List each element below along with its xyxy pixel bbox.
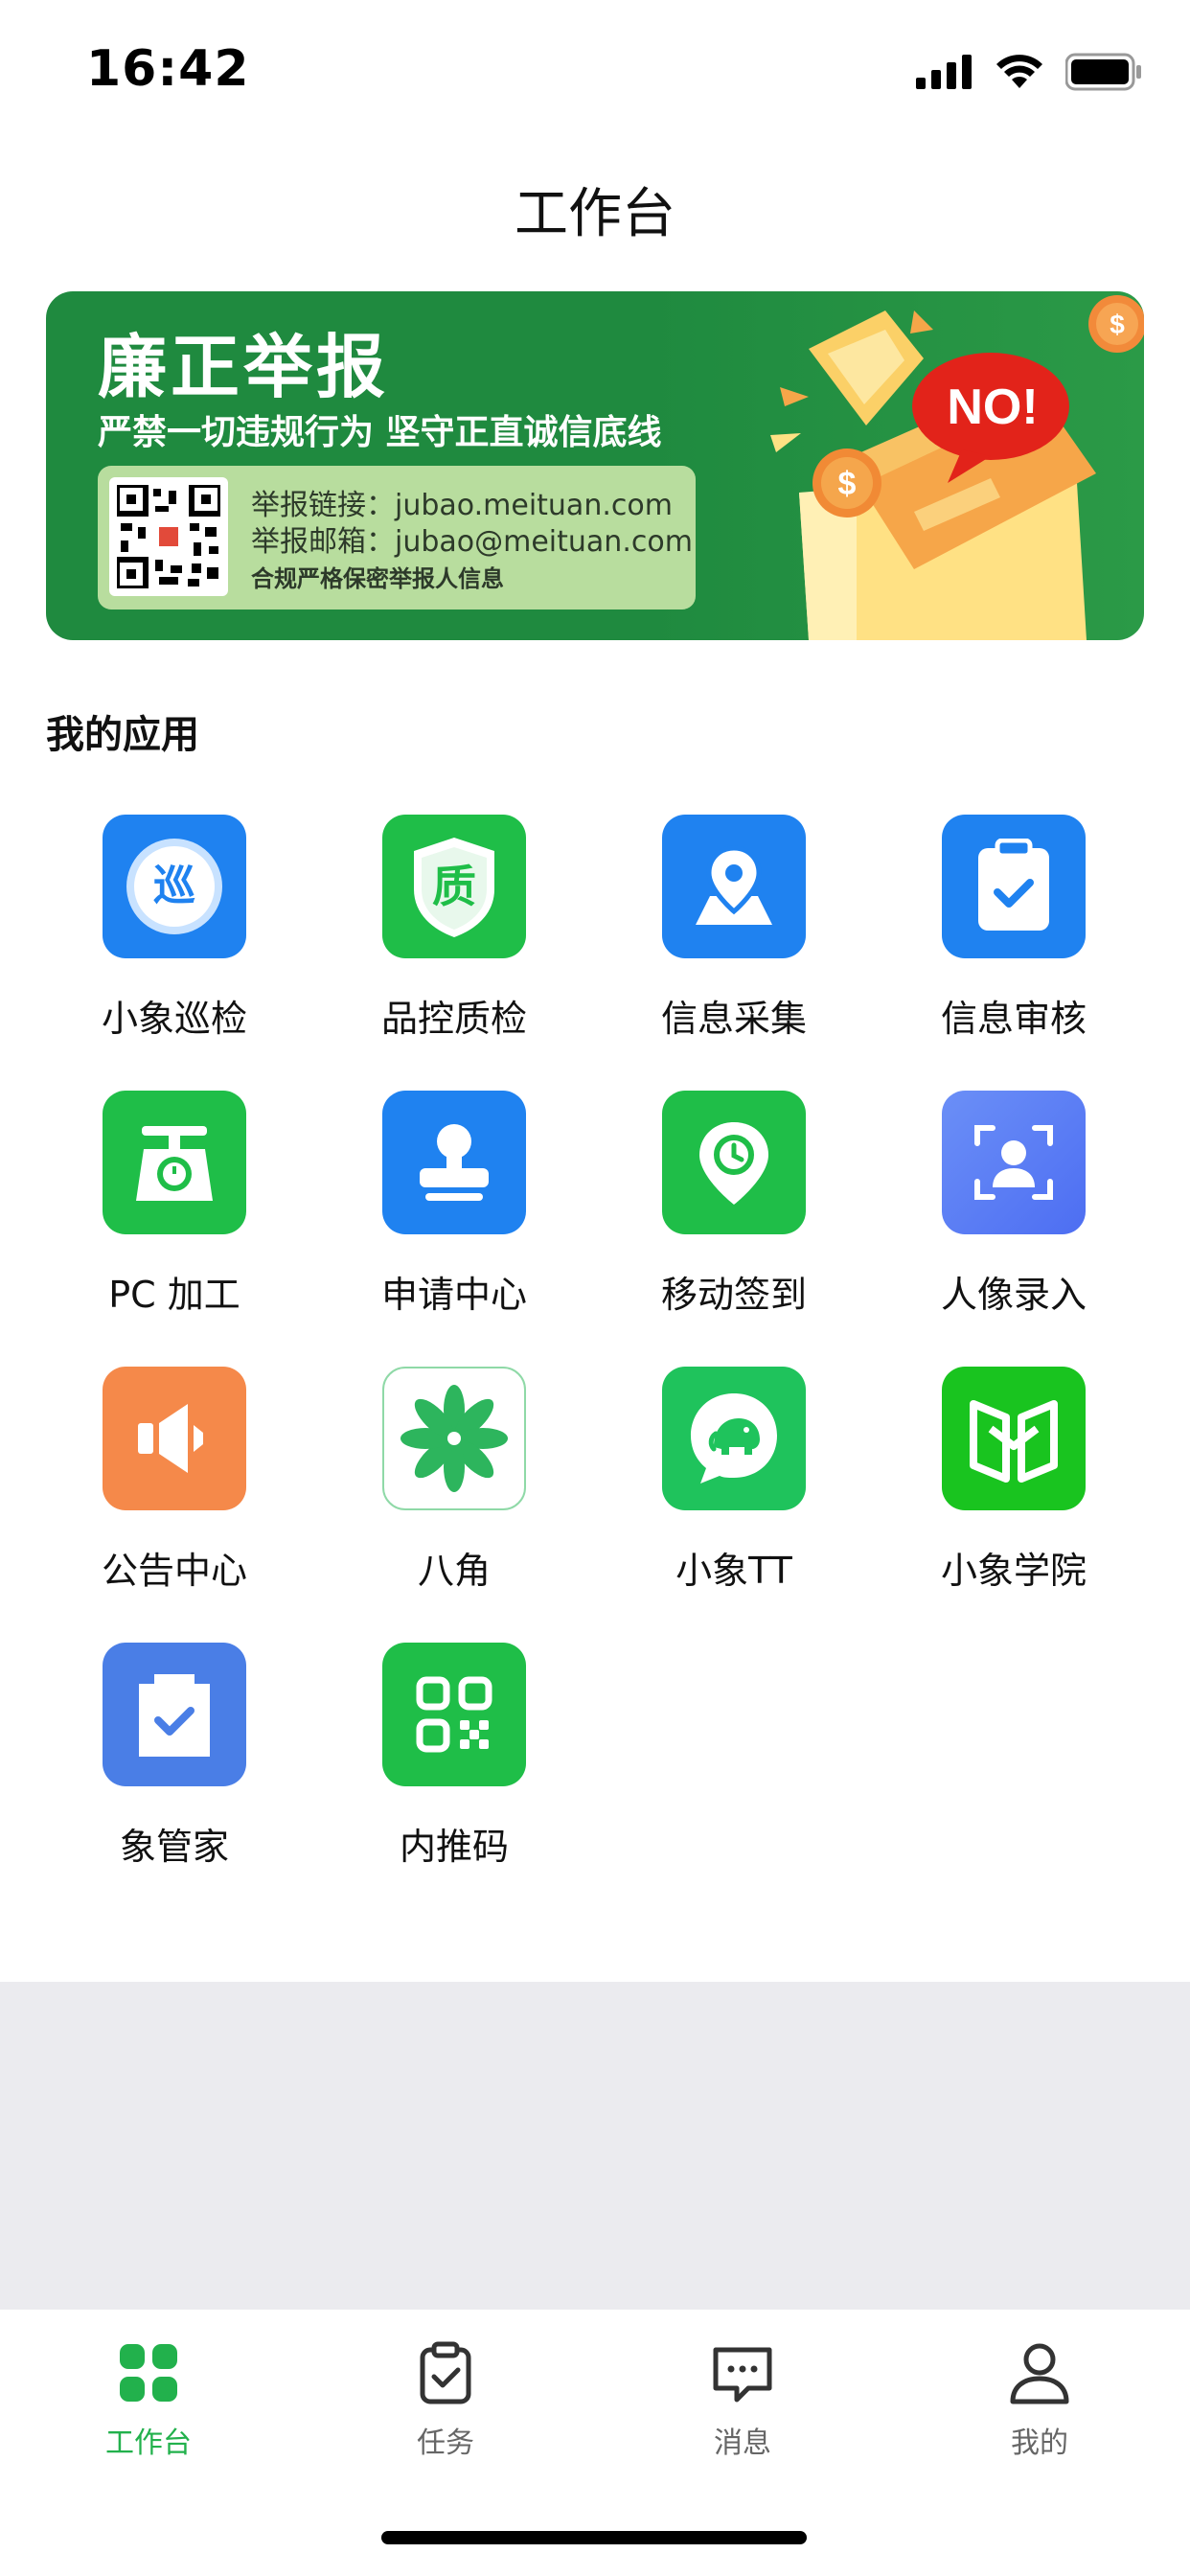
empty-area bbox=[0, 1982, 1190, 2310]
banner-slogan: 严禁一切违规行为 坚守正直诚信底线 bbox=[98, 413, 662, 452]
tab-messages[interactable]: 消息 bbox=[594, 2338, 891, 2463]
star-anise-icon bbox=[382, 1367, 526, 1510]
app-label: 移动签到 bbox=[660, 1274, 807, 1316]
quality-shield-icon: 质 bbox=[382, 815, 526, 958]
grid-icon bbox=[120, 2344, 177, 2402]
app-label: 八角 bbox=[417, 1550, 491, 1592]
home-indicator bbox=[381, 2531, 807, 2544]
app-label: 人像录入 bbox=[940, 1274, 1087, 1316]
tab-workbench[interactable]: 工作台 bbox=[0, 2338, 297, 2463]
clock-pin-icon bbox=[662, 1091, 806, 1234]
app-label: 申请中心 bbox=[380, 1274, 527, 1316]
app-label: 信息审核 bbox=[940, 998, 1087, 1040]
gift-box-illustration-icon: $ $ NO! bbox=[770, 295, 1144, 640]
app-application-center[interactable]: 申请中心 bbox=[314, 1091, 594, 1340]
scale-icon bbox=[103, 1091, 246, 1234]
tab-label: 我的 bbox=[1011, 2426, 1068, 2460]
wifi-icon bbox=[996, 55, 1042, 88]
app-label: 象管家 bbox=[119, 1826, 229, 1868]
banner-title: 廉正举报 bbox=[98, 327, 390, 407]
app-label: PC 加工 bbox=[108, 1274, 240, 1316]
signal-icon bbox=[916, 55, 972, 89]
app-bajiao[interactable]: 八角 bbox=[314, 1367, 594, 1616]
status-bar: 16:42 bbox=[0, 0, 1190, 144]
profile-icon bbox=[1010, 2343, 1069, 2404]
app-butler[interactable]: 象管家 bbox=[34, 1643, 314, 1892]
elephant-chat-icon bbox=[662, 1367, 806, 1510]
stamp-icon bbox=[382, 1091, 526, 1234]
app-label: 信息采集 bbox=[660, 998, 807, 1040]
svg-text:$: $ bbox=[838, 466, 857, 502]
speaker-icon bbox=[103, 1367, 246, 1510]
app-label: 小象巡检 bbox=[101, 998, 247, 1040]
face-scan-icon bbox=[942, 1091, 1086, 1234]
status-icons bbox=[916, 50, 1142, 94]
app-quality-inspection[interactable]: 质 品控质检 bbox=[314, 815, 594, 1064]
app-xiaoxiang-academy[interactable]: 小象学院 bbox=[874, 1367, 1154, 1616]
app-referral-code[interactable]: 内推码 bbox=[314, 1643, 594, 1892]
banner-info-card: 举报链接：jubao.meituan.com 举报邮箱：jubao@meitua… bbox=[98, 466, 696, 610]
app-xiaoxiang-patrol[interactable]: 巡 小象巡检 bbox=[34, 815, 314, 1064]
app-info-review[interactable]: 信息审核 bbox=[874, 815, 1154, 1064]
privacy-text: 合规严格保密举报人信息 bbox=[251, 565, 504, 592]
message-icon bbox=[713, 2347, 772, 2403]
no-text: NO! bbox=[947, 380, 1038, 435]
battery-icon bbox=[1065, 53, 1141, 91]
butler-clipboard-icon bbox=[103, 1643, 246, 1786]
task-clipboard-icon bbox=[420, 2341, 471, 2404]
app-label: 内推码 bbox=[399, 1826, 509, 1868]
app-portrait-entry[interactable]: 人像录入 bbox=[874, 1091, 1154, 1340]
app-label: 小象学院 bbox=[940, 1550, 1087, 1592]
xun-icon: 巡 bbox=[103, 815, 246, 958]
status-time: 16:42 bbox=[86, 40, 250, 98]
report-email-text: 举报邮箱：jubao@meituan.com bbox=[251, 525, 693, 559]
app-info-collection[interactable]: 信息采集 bbox=[594, 815, 874, 1064]
tab-label: 消息 bbox=[714, 2426, 771, 2460]
page-title: 工作台 bbox=[515, 183, 675, 245]
integrity-report-banner[interactable]: 廉正举报 严禁一切违规行为 坚守正直诚信底线 举报链接：jubao.meitua… bbox=[46, 291, 1144, 640]
tab-label: 工作台 bbox=[105, 2426, 192, 2460]
app-pc-processing[interactable]: PC 加工 bbox=[34, 1091, 314, 1340]
map-pin-icon bbox=[662, 815, 806, 958]
section-title-my-apps: 我的应用 bbox=[46, 713, 199, 757]
app-xiaoxiang-tt[interactable]: 小象TT bbox=[594, 1367, 874, 1616]
qr-code-icon bbox=[382, 1643, 526, 1786]
app-announcement-center[interactable]: 公告中心 bbox=[34, 1367, 314, 1616]
tab-profile[interactable]: 我的 bbox=[891, 2338, 1188, 2463]
app-label: 品控质检 bbox=[380, 998, 527, 1040]
app-label: 公告中心 bbox=[101, 1550, 247, 1592]
app-label: 小象TT bbox=[675, 1550, 792, 1592]
book-icon bbox=[942, 1367, 1086, 1510]
report-qr-code-icon bbox=[109, 477, 228, 596]
tab-tasks[interactable]: 任务 bbox=[297, 2338, 594, 2463]
clipboard-check-icon bbox=[942, 815, 1086, 958]
svg-text:$: $ bbox=[1110, 310, 1125, 339]
tab-label: 任务 bbox=[417, 2426, 474, 2460]
app-mobile-checkin[interactable]: 移动签到 bbox=[594, 1091, 874, 1340]
